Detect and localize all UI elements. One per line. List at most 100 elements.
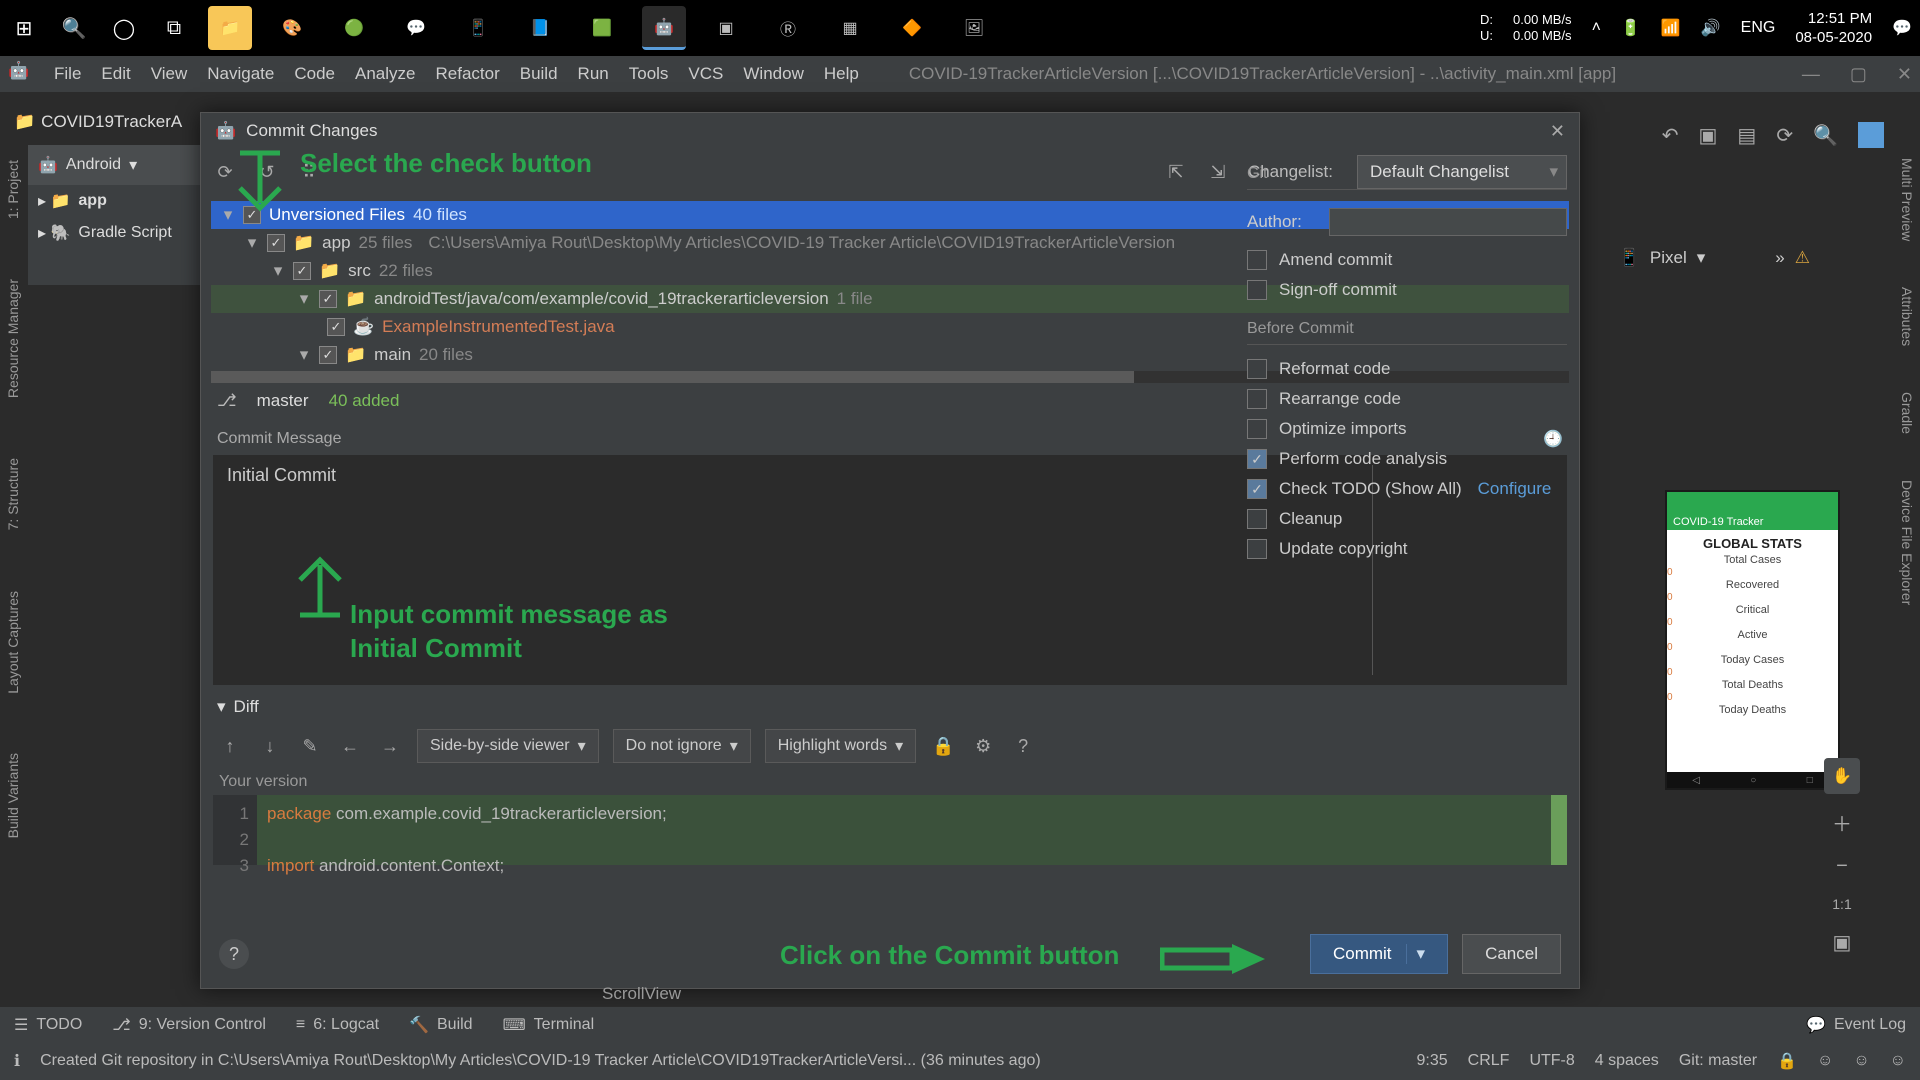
highlight-mode-select[interactable]: Highlight words ▾	[765, 729, 916, 763]
cancel-button[interactable]: Cancel	[1462, 934, 1561, 974]
copyright-checkbox[interactable]	[1247, 539, 1267, 559]
tab-structure[interactable]: 7: Structure	[3, 448, 23, 540]
refresh-icon[interactable]: ⟳	[213, 160, 237, 184]
project-node-app[interactable]: ▸ 📁 app	[28, 185, 213, 217]
todo-checkbox[interactable]: ✓	[1247, 479, 1267, 499]
undo-icon[interactable]: ↶	[1662, 123, 1679, 148]
zoom-in-icon[interactable]: ＋	[1832, 808, 1852, 837]
tab-resource-manager[interactable]: Resource Manager	[3, 269, 23, 408]
search-everywhere-icon[interactable]: 🔍	[1813, 123, 1838, 148]
tab-build[interactable]: 🔨 Build	[409, 1015, 473, 1035]
tab-layout-captures[interactable]: Layout Captures	[3, 581, 23, 704]
zoom-out-icon[interactable]: −	[1836, 855, 1848, 878]
indent-setting[interactable]: 4 spaces	[1595, 1052, 1659, 1070]
profile-icon[interactable]	[1858, 122, 1884, 148]
notifications-icon[interactable]: 💬	[1892, 18, 1912, 38]
cleanup-checkbox[interactable]	[1247, 509, 1267, 529]
help-icon[interactable]: ?	[1010, 733, 1036, 759]
chevron-down-icon[interactable]: ▾	[217, 697, 226, 717]
explorer-icon[interactable]: 📁	[208, 6, 252, 50]
commit-button[interactable]: Commit▾	[1310, 934, 1448, 974]
clock[interactable]: 12:51 PM08-05-2020	[1795, 9, 1872, 48]
menu-navigate[interactable]: Navigate	[197, 64, 284, 84]
photos-icon[interactable]: 🖼	[952, 6, 996, 50]
collapse-icon[interactable]: ⇲	[1206, 160, 1230, 184]
caret-position[interactable]: 9:35	[1417, 1052, 1448, 1070]
project-view-selector[interactable]: 🤖 Android ▾	[28, 145, 213, 185]
tab-multi-preview[interactable]: Multi Preview	[1897, 150, 1917, 249]
chevron-up-icon[interactable]: ˄	[1592, 19, 1601, 37]
menu-edit[interactable]: Edit	[91, 64, 140, 84]
menu-analyze[interactable]: Analyze	[345, 64, 425, 84]
dialog-close-icon[interactable]: ✕	[1550, 121, 1565, 142]
tab-device-file-explorer[interactable]: Device File Explorer	[1897, 472, 1917, 613]
menu-tools[interactable]: Tools	[619, 64, 679, 84]
back-icon[interactable]: ←	[337, 733, 363, 759]
dev-icon[interactable]: ▦	[828, 6, 872, 50]
phone-icon[interactable]: 📱	[456, 6, 500, 50]
viewer-mode-select[interactable]: Side-by-side viewer ▾	[417, 729, 599, 763]
face1-icon[interactable]: ☺	[1817, 1052, 1833, 1070]
tab-attributes[interactable]: Attributes	[1897, 279, 1917, 354]
pan-icon[interactable]: ✋	[1824, 758, 1860, 794]
notes-icon[interactable]: 📘	[518, 6, 562, 50]
menu-refactor[interactable]: Refactor	[425, 64, 509, 84]
signoff-checkbox[interactable]	[1247, 280, 1267, 300]
tab-event-log[interactable]: 💬 Event Log	[1806, 1015, 1906, 1035]
start-icon[interactable]: ⊞	[8, 12, 40, 44]
menu-build[interactable]: Build	[510, 64, 568, 84]
menu-code[interactable]: Code	[284, 64, 345, 84]
tab-project[interactable]: 1: Project	[3, 150, 23, 229]
sdk-icon[interactable]: ▤	[1737, 123, 1756, 148]
close-icon[interactable]: ✕	[1897, 64, 1912, 85]
menu-run[interactable]: Run	[568, 64, 619, 84]
reformat-checkbox[interactable]	[1247, 359, 1267, 379]
edit-icon[interactable]: ✎	[297, 733, 323, 759]
help-button[interactable]: ?	[219, 939, 249, 969]
face3-icon[interactable]: ☺	[1890, 1052, 1906, 1070]
git-branch-status[interactable]: Git: master	[1679, 1052, 1757, 1070]
menu-help[interactable]: Help	[814, 64, 869, 84]
author-input[interactable]	[1329, 208, 1567, 236]
r-icon[interactable]: Ⓡ	[766, 6, 810, 50]
menu-window[interactable]: Window	[733, 64, 813, 84]
device-selector[interactable]: 📱 Pixel ▾ » ⚠	[1619, 248, 1810, 268]
line-separator[interactable]: CRLF	[1468, 1052, 1510, 1070]
sync-icon[interactable]: ⟳	[1776, 123, 1793, 148]
project-node-gradle[interactable]: ▸ 🐘 Gradle Script	[28, 217, 213, 249]
whatsapp-icon[interactable]: 💬	[394, 6, 438, 50]
avd-icon[interactable]: ▣	[1699, 123, 1718, 148]
ignore-mode-select[interactable]: Do not ignore ▾	[613, 729, 751, 763]
diff-minimap[interactable]	[1551, 795, 1567, 865]
lock-icon[interactable]: 🔒	[1777, 1051, 1797, 1071]
tab-build-variants[interactable]: Build Variants	[3, 743, 23, 848]
face2-icon[interactable]: ☺	[1853, 1052, 1869, 1070]
tab-logcat[interactable]: ≡ 6: Logcat	[296, 1016, 379, 1034]
menu-file[interactable]: File	[44, 64, 91, 84]
expand-icon[interactable]: ⇱	[1164, 160, 1188, 184]
file-encoding[interactable]: UTF-8	[1529, 1052, 1574, 1070]
prev-change-icon[interactable]: ↑	[217, 733, 243, 759]
vlc-icon[interactable]: 🔶	[890, 6, 934, 50]
lock-icon[interactable]: 🔒	[930, 733, 956, 759]
battery-icon[interactable]: 🔋	[1621, 18, 1641, 38]
menu-vcs[interactable]: VCS	[678, 64, 733, 84]
tab-gradle[interactable]: Gradle	[1897, 384, 1917, 442]
tab-version-control[interactable]: ⎇ 9: Version Control	[112, 1015, 266, 1035]
optimize-checkbox[interactable]	[1247, 419, 1267, 439]
cortana-icon[interactable]: ◯	[108, 12, 140, 44]
amend-checkbox[interactable]	[1247, 250, 1267, 270]
fit-icon[interactable]: ▣	[1833, 930, 1852, 955]
wifi-icon[interactable]: 📶	[1661, 18, 1681, 38]
chrome-icon[interactable]: 🟢	[332, 6, 376, 50]
lang-indicator[interactable]: ENG	[1741, 19, 1776, 37]
gear-icon[interactable]: ⚙	[970, 733, 996, 759]
grammarly-icon[interactable]: 🟩	[580, 6, 624, 50]
taskview-icon[interactable]: ⧉	[158, 12, 190, 44]
volume-icon[interactable]: 🔊	[1701, 18, 1721, 38]
search-icon[interactable]: 🔍	[58, 12, 90, 44]
pycharm-icon[interactable]: ▣	[704, 6, 748, 50]
rearrange-checkbox[interactable]	[1247, 389, 1267, 409]
configure-link[interactable]: Configure	[1478, 479, 1552, 499]
app-icon[interactable]: 🎨	[270, 6, 314, 50]
